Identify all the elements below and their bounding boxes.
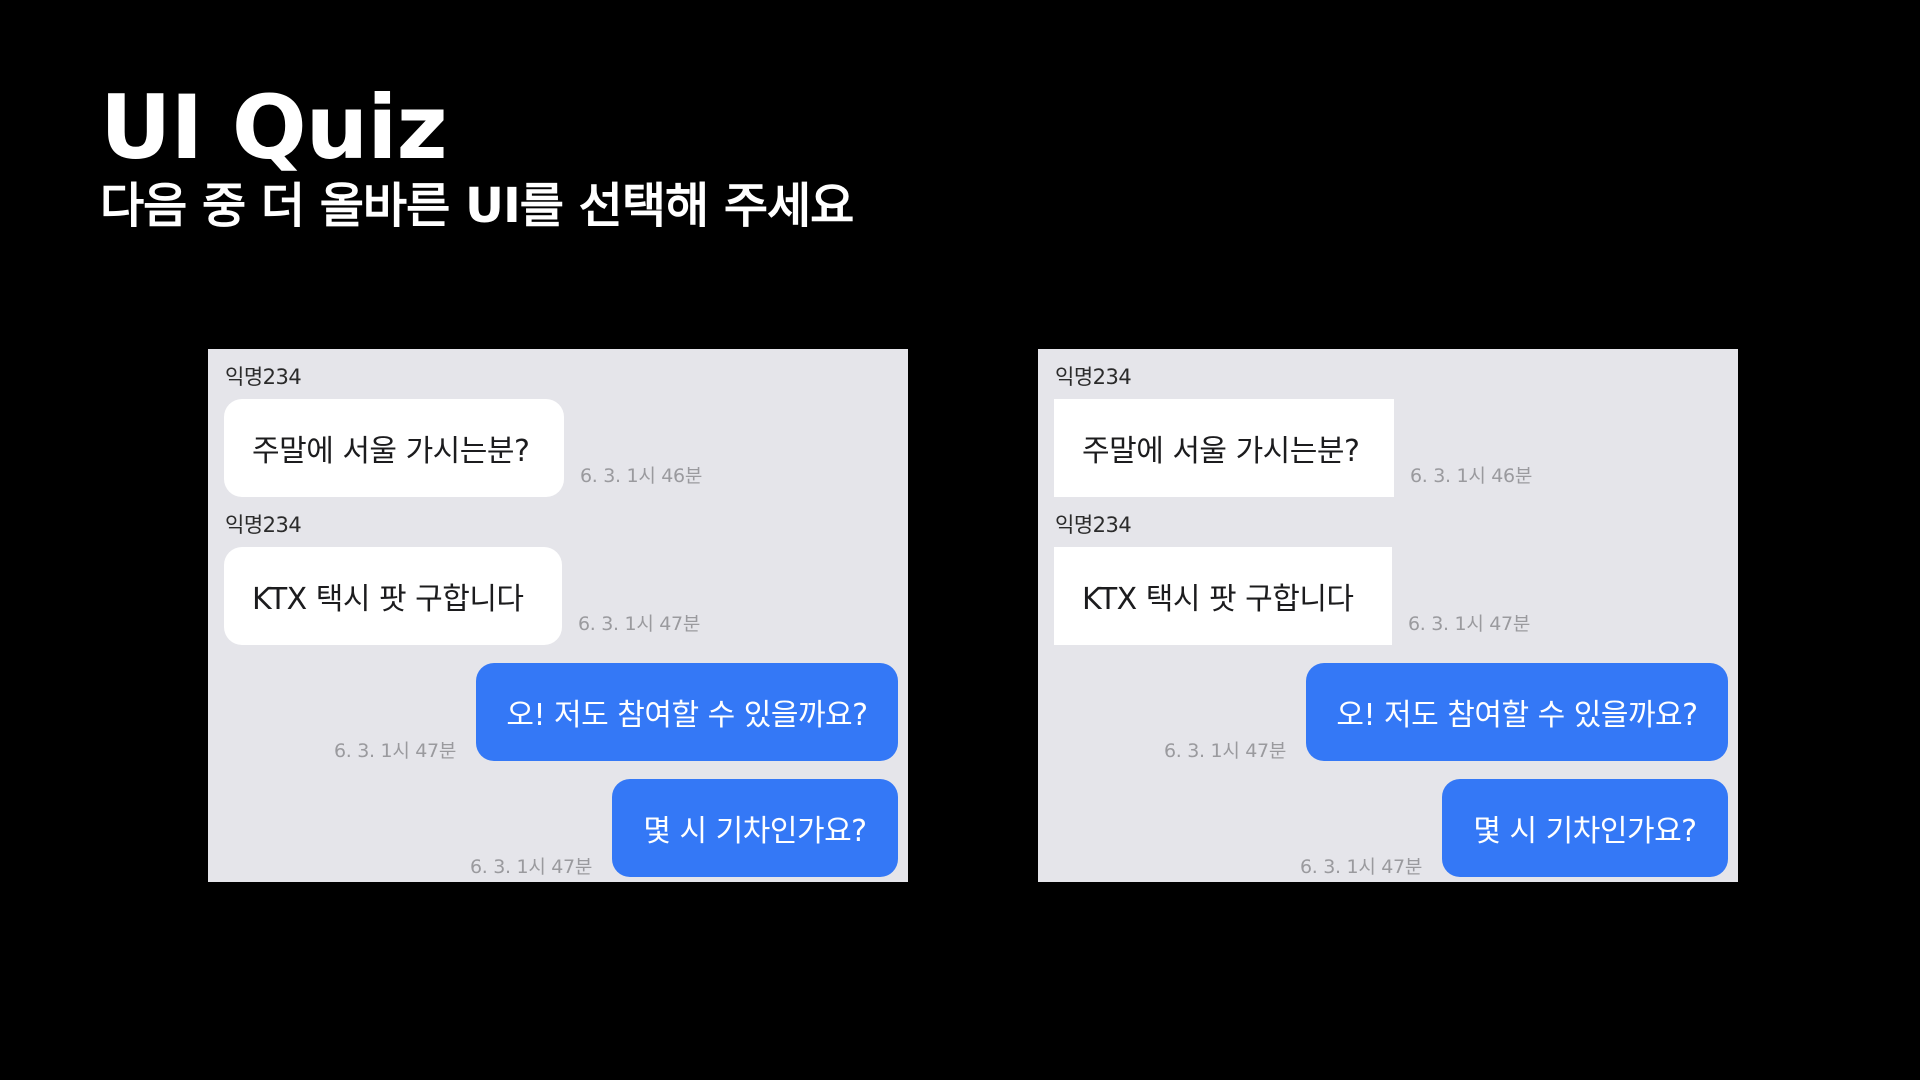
outgoing-message-bubble: 몇 시 기차인가요? xyxy=(612,779,898,877)
message-sender: 익명234 xyxy=(1055,365,1132,389)
incoming-message-bubble: 주말에 서울 가시는분? xyxy=(224,399,564,497)
message-sender: 익명234 xyxy=(225,513,302,537)
outgoing-message-bubble: 몇 시 기차인가요? xyxy=(1442,779,1728,877)
slide-title: UI Quiz xyxy=(100,76,448,179)
message-timestamp: 6. 3. 1시 46분 xyxy=(1410,465,1532,487)
slide-subtitle: 다음 중 더 올바른 UI를 선택해 주세요 xyxy=(100,178,854,234)
message-sender: 익명234 xyxy=(1055,513,1132,537)
message-timestamp: 6. 3. 1시 47분 xyxy=(334,740,456,762)
message-sender: 익명234 xyxy=(225,365,302,389)
message-timestamp: 6. 3. 1시 47분 xyxy=(470,856,592,878)
message-timestamp: 6. 3. 1시 47분 xyxy=(578,613,700,635)
option-b-chat-panel[interactable]: 익명234 주말에 서울 가시는분? 6. 3. 1시 46분 익명234 KT… xyxy=(1038,349,1738,882)
option-a-chat-panel[interactable]: 익명234 주말에 서울 가시는분? 6. 3. 1시 46분 익명234 KT… xyxy=(208,349,908,882)
message-timestamp: 6. 3. 1시 47분 xyxy=(1164,740,1286,762)
outgoing-message-bubble: 오! 저도 참여할 수 있을까요? xyxy=(476,663,898,761)
incoming-message-bubble: 주말에 서울 가시는분? xyxy=(1054,399,1394,497)
incoming-message-bubble: KTX 택시 팟 구합니다 xyxy=(224,547,562,645)
message-timestamp: 6. 3. 1시 46분 xyxy=(580,465,702,487)
message-timestamp: 6. 3. 1시 47분 xyxy=(1300,856,1422,878)
message-timestamp: 6. 3. 1시 47분 xyxy=(1408,613,1530,635)
incoming-message-bubble: KTX 택시 팟 구합니다 xyxy=(1054,547,1392,645)
outgoing-message-bubble: 오! 저도 참여할 수 있을까요? xyxy=(1306,663,1728,761)
